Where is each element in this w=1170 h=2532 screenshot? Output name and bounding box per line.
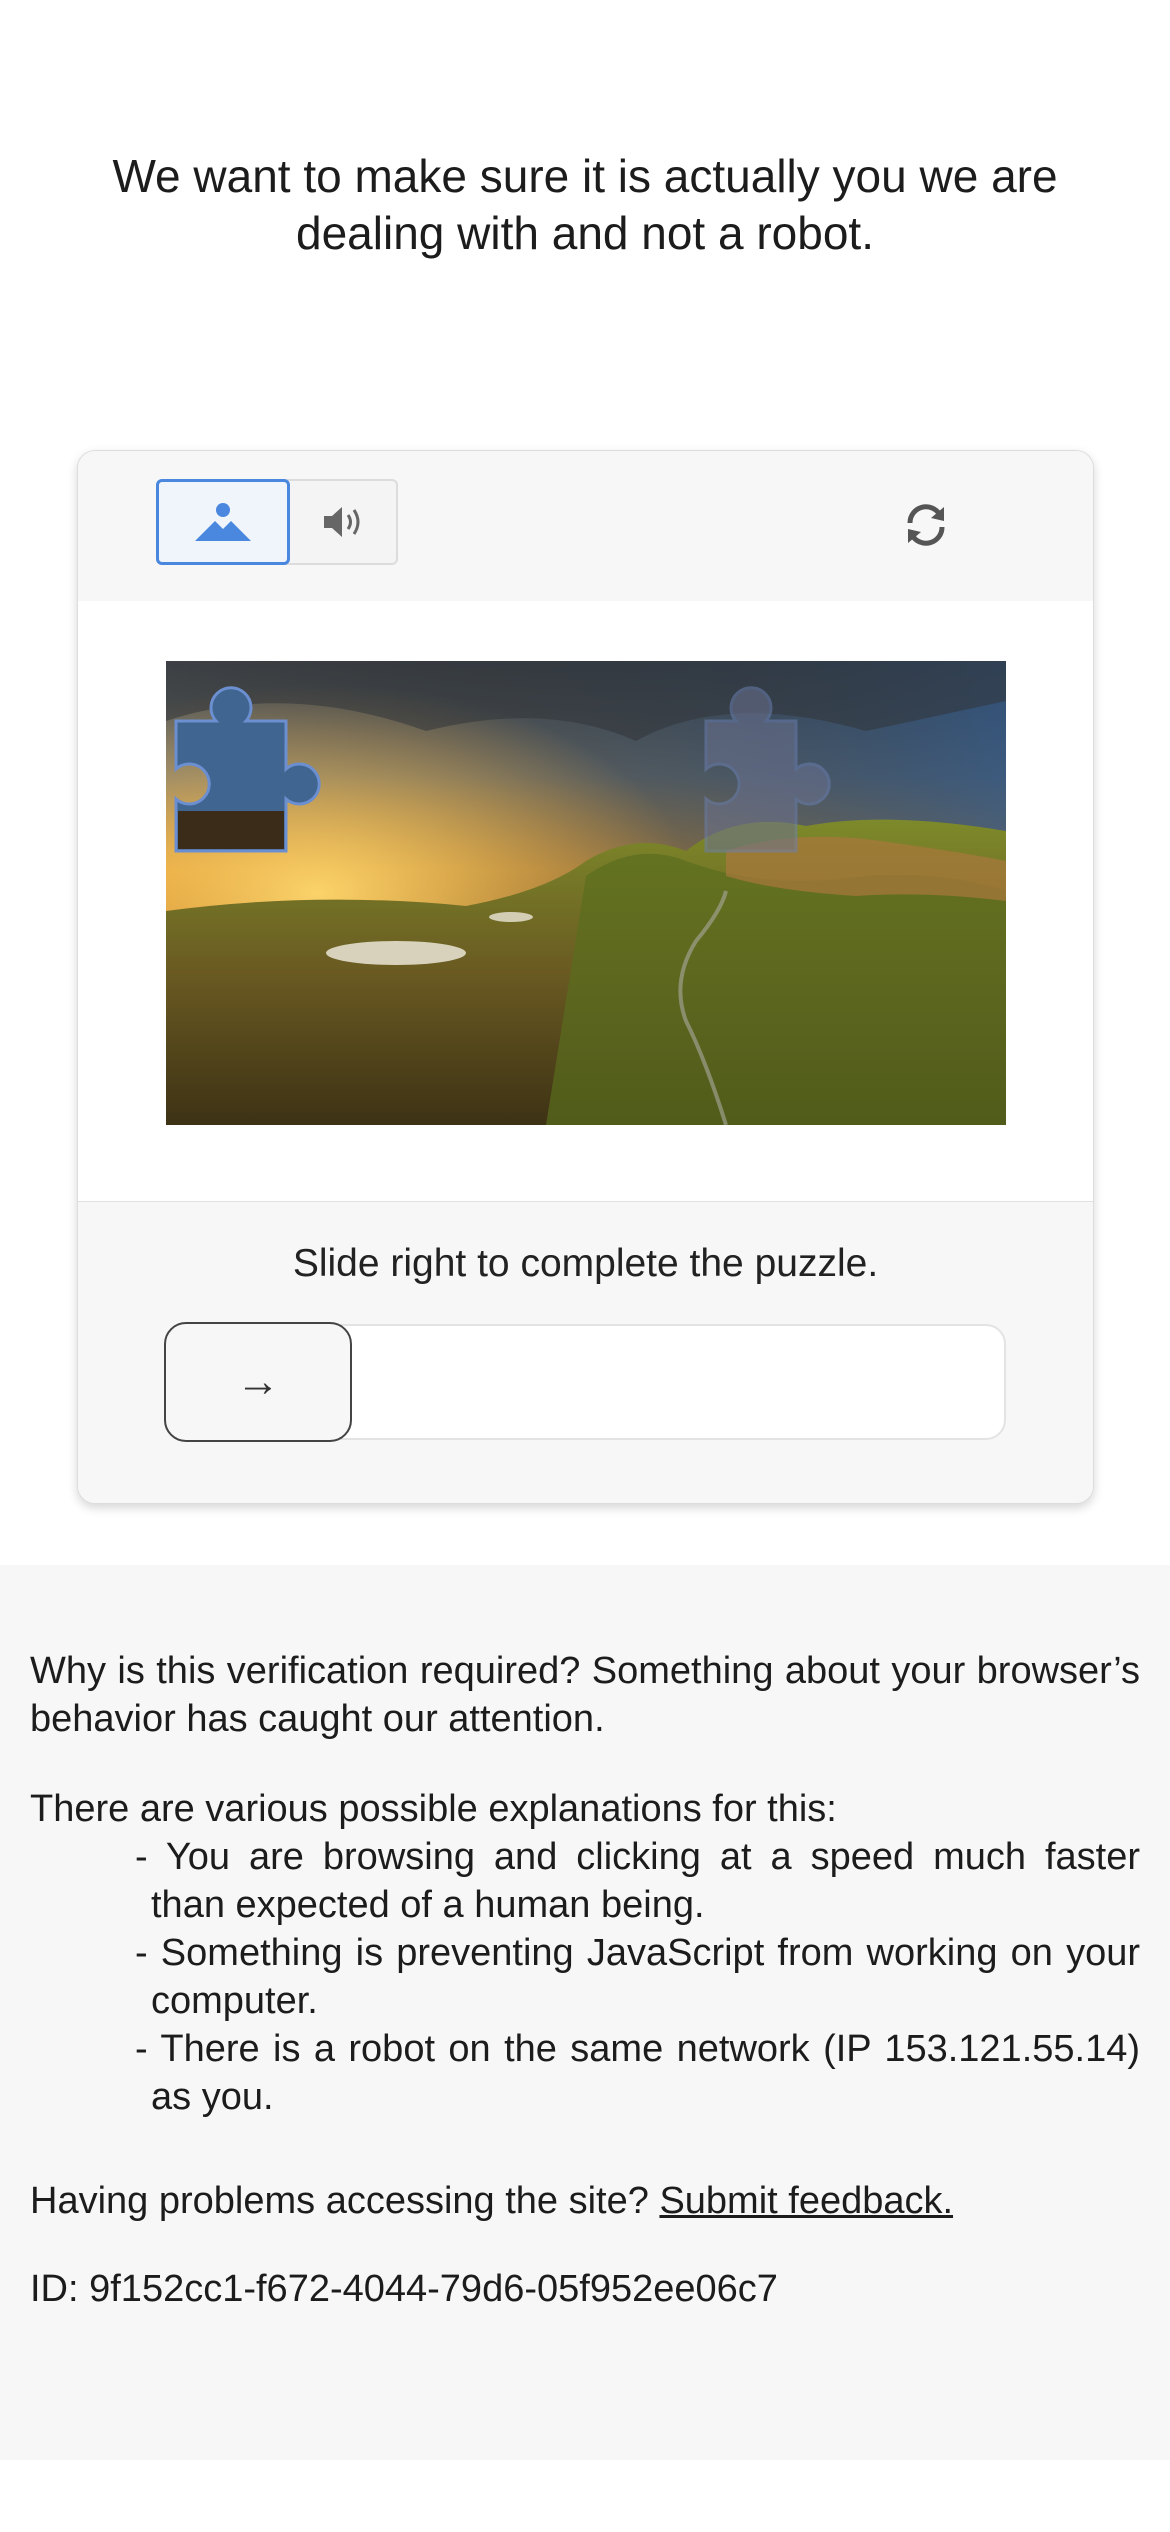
puzzle-area [78, 601, 1093, 1202]
refresh-icon [907, 504, 945, 546]
reasons-intro: There are various possible explanations … [30, 1788, 837, 1830]
slider-panel: Slide right to complete the puzzle. → [78, 1202, 1093, 1503]
verification-message: We want to make sure it is actually you … [112, 150, 1058, 259]
reasons-list: - You are browsing and clicking at a spe… [30, 1833, 1140, 2121]
reason-item: - There is a robot on the same network (… [135, 2028, 1140, 2118]
problems-text: Having problems accessing the site? [30, 2180, 649, 2222]
refresh-button[interactable] [898, 497, 954, 553]
speaker-icon [324, 507, 360, 537]
captcha-card: Slide right to complete the puzzle. → [77, 450, 1094, 1504]
reason-item: - You are browsing and clicking at a spe… [135, 1836, 1140, 1926]
request-id: ID: 9f152cc1-f672-4044-79d6-05f952ee06c7 [30, 2268, 778, 2310]
info-section: Why is this verification required? Somet… [0, 1565, 1170, 2460]
audio-mode-button[interactable] [292, 479, 398, 565]
arrow-right-icon: → [236, 1357, 280, 1406]
why-text: Why is this verification required? Somet… [30, 1650, 1140, 1740]
submit-feedback-link[interactable]: Submit feedback. [659, 2180, 953, 2222]
slider-instruction: Slide right to complete the puzzle. [292, 1242, 879, 1285]
puzzle-image [166, 661, 1006, 1125]
image-mode-button[interactable] [156, 479, 290, 565]
reason-item: - Something is preventing JavaScript fro… [135, 1932, 1140, 2022]
slider-handle[interactable]: → [164, 1322, 352, 1442]
mountain-image-icon [195, 503, 251, 541]
problems-line: Having problems accessing the site? Subm… [30, 2177, 1140, 2225]
captcha-toolbar [78, 451, 1093, 602]
